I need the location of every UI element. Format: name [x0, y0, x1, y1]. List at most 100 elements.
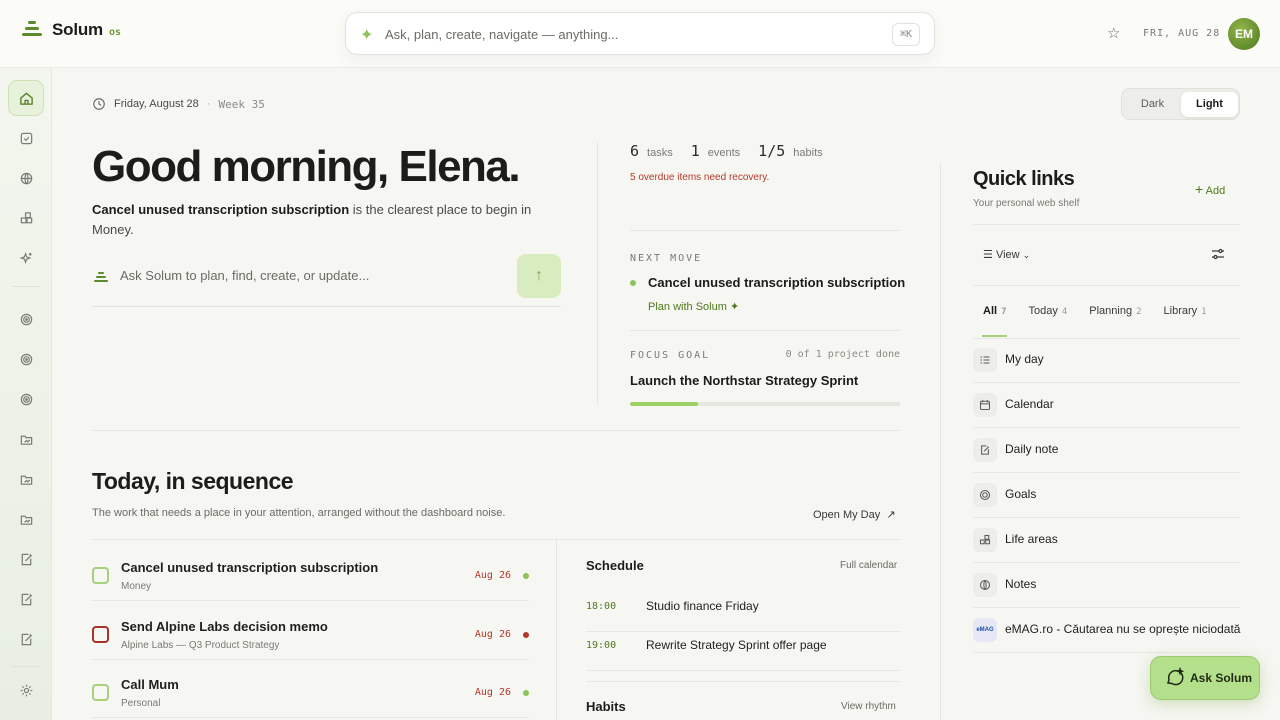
folder-icon	[20, 475, 32, 485]
plus-icon: +	[1195, 181, 1204, 197]
task-row[interactable]: Send Alpine Labs decision memo Alpine La…	[92, 602, 529, 660]
quick-link-emag[interactable]: eMAG eMAG.ro - Căutarea nu se oprește ni…	[973, 608, 1240, 653]
theme-toggle[interactable]: Dark Light	[1121, 88, 1240, 120]
open-my-day-link[interactable]: Open My Day ↗	[813, 508, 896, 521]
star-icon[interactable]: ☆	[1107, 24, 1120, 42]
tab-label: All	[983, 305, 998, 317]
folder-icon	[20, 515, 32, 525]
tab-count: 4	[1061, 307, 1068, 317]
view-dropdown[interactable]: ☰ View ⌄	[983, 248, 1030, 261]
sidebar-ai[interactable]	[8, 240, 44, 276]
quick-link-notes[interactable]: Notes	[973, 563, 1240, 608]
sidebar-goal-1[interactable]	[8, 301, 44, 337]
next-move-dot	[630, 280, 636, 286]
task-title: Cancel unused transcription subscription	[121, 560, 379, 575]
send-button[interactable]: ↑	[517, 254, 561, 298]
divider	[630, 230, 900, 231]
stat-habits-label: habits	[793, 147, 823, 159]
tab-planning[interactable]: Planning 2	[1089, 305, 1141, 317]
sidebar-note-2[interactable]	[8, 581, 44, 617]
grid-icon	[20, 211, 32, 223]
filter-button[interactable]	[1210, 246, 1226, 267]
stat-events-value: 1	[690, 142, 700, 160]
sidebar	[0, 68, 52, 720]
priority-dot	[523, 573, 529, 579]
task-area: Alpine Labs — Q3 Product Strategy	[121, 640, 280, 651]
plan-with-solum-link[interactable]: Plan with Solum ✦	[648, 300, 739, 313]
quick-link-daily-note[interactable]: Daily note	[973, 428, 1240, 473]
sidebar-note-1[interactable]	[8, 541, 44, 577]
top-bar: Solum os ✦ Ask, plan, create, navigate —…	[0, 0, 1280, 68]
checkbox-icon	[20, 132, 32, 144]
focus-goal-progress-fill	[630, 402, 698, 406]
task-row[interactable]: Call Mum Personal Aug 26	[92, 660, 529, 718]
quick-link-goals[interactable]: Goals	[973, 473, 1240, 518]
quick-link-label: eMAG.ro - Căutarea nu se oprește nicioda…	[1005, 622, 1241, 636]
focus-goal-title[interactable]: Launch the Northstar Strategy Sprint	[630, 373, 858, 388]
sidebar-notes[interactable]	[8, 160, 44, 196]
sidebar-areas[interactable]	[8, 200, 44, 236]
stat-events-label: events	[707, 147, 741, 159]
task-row[interactable]: Cancel unused transcription subscription…	[92, 543, 529, 601]
theme-light-option[interactable]: Light	[1181, 92, 1238, 117]
sidebar-settings[interactable]	[8, 672, 44, 708]
chevron-down-icon: ⌄	[1022, 250, 1031, 260]
globe-icon	[20, 172, 32, 184]
divider	[973, 285, 1240, 286]
task-area: Money	[121, 581, 152, 592]
clock-icon	[93, 98, 105, 110]
sequence-title: Today, in sequence	[92, 468, 294, 494]
solum-logo-icon	[94, 272, 108, 282]
brand[interactable]: Solum os	[22, 20, 121, 40]
solum-logo-icon	[22, 21, 42, 39]
task-due-date: Aug 26	[474, 570, 511, 581]
shortcut-badge: ⌘K	[891, 23, 920, 46]
quick-link-label: Calendar	[1005, 397, 1054, 411]
task-checkbox[interactable]	[92, 626, 109, 643]
quick-link-calendar[interactable]: Calendar	[973, 383, 1240, 428]
tab-all[interactable]: All 7	[981, 305, 1009, 337]
avatar[interactable]: EM	[1228, 18, 1260, 50]
focus-task-link[interactable]: Cancel unused transcription subscription	[92, 202, 349, 217]
sidebar-tasks[interactable]	[8, 120, 44, 156]
overdue-notice[interactable]: 5 overdue items need recovery.	[630, 172, 769, 183]
quick-link-life-areas[interactable]: Life areas	[973, 518, 1240, 563]
sidebar-home[interactable]	[8, 80, 44, 116]
add-label: Add	[1205, 185, 1226, 197]
ask-solum-input-row[interactable]: Ask Solum to plan, find, create, or upda…	[92, 254, 561, 307]
target-icon	[20, 313, 32, 325]
open-my-day-label: Open My Day	[813, 509, 881, 521]
next-move-title[interactable]: Cancel unused transcription subscription	[648, 275, 905, 290]
section-divider	[92, 430, 900, 431]
priority-dot	[523, 632, 529, 638]
sparkle-icon: ✦	[729, 301, 740, 313]
schedule-event[interactable]: 18:00 Studio finance Friday	[586, 593, 900, 632]
sidebar-goal-3[interactable]	[8, 381, 44, 417]
ask-input-placeholder[interactable]: Ask Solum to plan, find, create, or upda…	[120, 268, 369, 283]
task-checkbox[interactable]	[92, 567, 109, 584]
tab-label: Today	[1028, 305, 1058, 317]
tab-library[interactable]: Library 1	[1164, 305, 1207, 317]
task-checkbox[interactable]	[92, 684, 109, 701]
sequence-subtitle: The work that needs a place in your atte…	[92, 507, 506, 519]
sidebar-folder-3[interactable]	[8, 501, 44, 537]
sidebar-folder-2[interactable]	[8, 461, 44, 497]
tab-label: Planning	[1089, 305, 1133, 317]
quick-link-my-day[interactable]: My day	[973, 338, 1240, 383]
add-link-button[interactable]: + Add	[1195, 181, 1225, 197]
plan-with-solum-label: Plan with Solum	[648, 301, 727, 313]
search-placeholder: Ask, plan, create, navigate — anything..…	[385, 27, 619, 42]
ask-solum-label: Ask Solum	[1190, 671, 1253, 685]
full-calendar-link[interactable]: Full calendar	[840, 560, 897, 571]
task-area: Personal	[121, 698, 161, 709]
ask-solum-button[interactable]: Ask Solum	[1150, 656, 1260, 700]
theme-dark-option[interactable]: Dark	[1124, 92, 1181, 117]
sidebar-goal-2[interactable]	[8, 341, 44, 377]
view-rhythm-link[interactable]: View rhythm	[841, 701, 896, 712]
sidebar-note-3[interactable]	[8, 621, 44, 657]
command-search[interactable]: ✦ Ask, plan, create, navigate — anything…	[345, 12, 935, 55]
tab-today[interactable]: Today 4	[1028, 305, 1067, 317]
sidebar-divider	[12, 666, 40, 667]
schedule-event[interactable]: 19:00 Rewrite Strategy Sprint offer page	[586, 632, 900, 671]
sidebar-folder-1[interactable]	[8, 421, 44, 457]
